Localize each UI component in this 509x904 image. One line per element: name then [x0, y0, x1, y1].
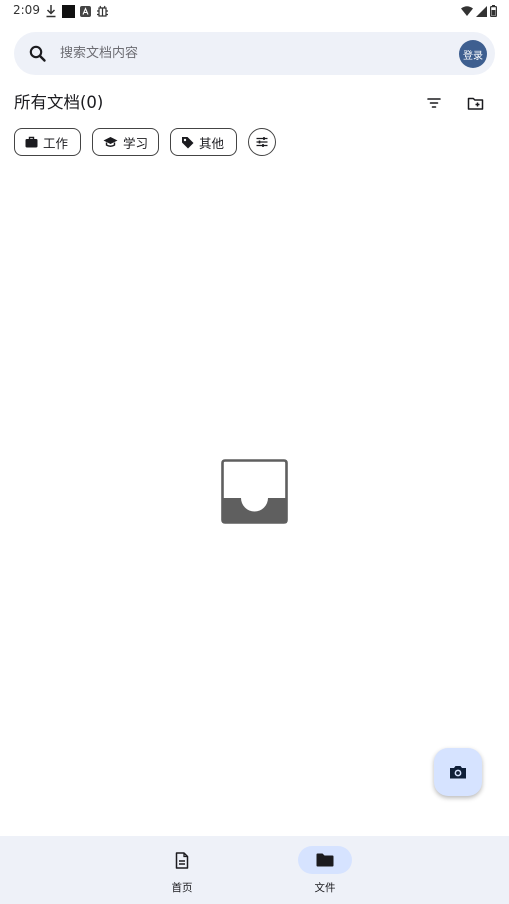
filter-button[interactable]	[423, 92, 445, 114]
download-icon	[46, 5, 56, 18]
search-input[interactable]	[60, 32, 440, 75]
square-icon	[62, 4, 75, 18]
nav-label: 文件	[314, 882, 336, 894]
nav-item-files[interactable]: 文件	[280, 836, 370, 904]
camera-icon	[450, 766, 466, 779]
login-avatar[interactable]: 登录	[459, 40, 487, 68]
chip-work[interactable]: 工作	[14, 128, 81, 156]
tag-icon	[182, 136, 194, 148]
folder-icon	[316, 853, 334, 867]
briefcase-icon	[25, 136, 38, 148]
wifi-icon	[461, 5, 473, 16]
status-icons-right	[461, 3, 497, 19]
status-icons-left	[45, 3, 109, 19]
chip-settings-button[interactable]	[248, 128, 276, 156]
camera-button[interactable]	[434, 748, 482, 796]
search-bar[interactable]: 登录	[14, 32, 495, 75]
nav-item-home[interactable]: 首页	[137, 836, 227, 904]
chip-study[interactable]: 学习	[92, 128, 159, 156]
tune-icon	[256, 137, 268, 147]
page-title: 所有文档(0)	[14, 93, 104, 112]
chip-label: 学习	[123, 135, 149, 151]
nav-label: 首页	[171, 882, 193, 894]
a-icon	[80, 5, 91, 17]
chip-label: 其他	[199, 135, 225, 151]
nav-pill-active	[298, 846, 352, 874]
inbox-icon	[221, 459, 288, 524]
new-folder-icon	[467, 97, 483, 110]
signal-icon	[476, 5, 487, 17]
bottom-nav: 首页 文件	[0, 836, 509, 904]
graduation-cap-icon	[103, 137, 118, 147]
chip-label: 工作	[43, 135, 69, 151]
status-bar: 2:09	[0, 0, 509, 22]
filter-icon	[427, 98, 441, 108]
battery-icon	[490, 5, 497, 17]
search-icon	[29, 45, 46, 62]
status-time: 2:09	[13, 3, 40, 17]
chip-other[interactable]: 其他	[170, 128, 237, 156]
login-label: 登录	[463, 50, 483, 62]
new-folder-button[interactable]	[464, 92, 486, 114]
nav-pill	[155, 846, 209, 874]
bug-icon	[97, 5, 108, 17]
document-icon	[175, 851, 189, 869]
